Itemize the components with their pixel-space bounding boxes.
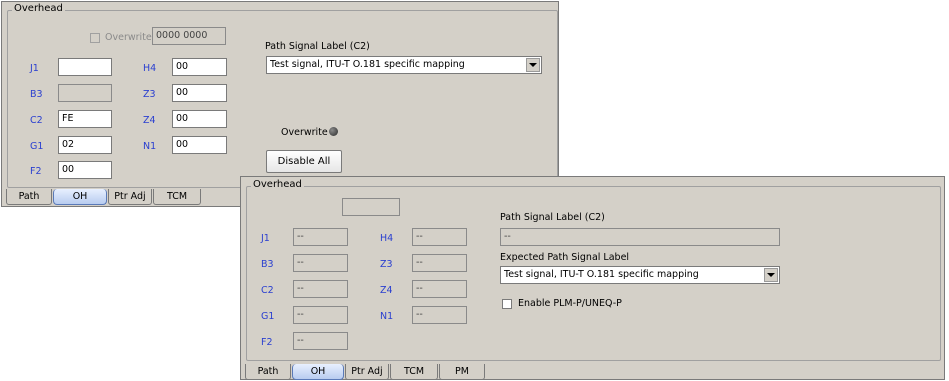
tab-path[interactable]: Path: [245, 364, 291, 380]
g1-field[interactable]: --: [293, 306, 348, 324]
h4-field[interactable]: --: [412, 228, 467, 246]
g1-label: G1: [261, 311, 275, 322]
path-signal-label-title: Path Signal Label (C2): [265, 41, 370, 52]
n1-label: N1: [143, 141, 157, 152]
j1-field[interactable]: --: [293, 228, 348, 246]
z4-label: Z4: [143, 115, 156, 126]
c2-field[interactable]: --: [293, 280, 348, 298]
f2-field[interactable]: --: [293, 332, 348, 350]
group-title: Overhead: [251, 179, 304, 190]
n1-field[interactable]: --: [412, 306, 467, 324]
overwrite-value-field[interactable]: 0000 0000: [152, 27, 226, 45]
z3-label: Z3: [380, 259, 393, 270]
expected-label-select[interactable]: Test signal, ITU-T O.181 specific mappin…: [500, 266, 780, 284]
g1-field[interactable]: 02: [58, 136, 112, 154]
overwrite-led-label: Overwrite: [281, 127, 328, 138]
z4-field[interactable]: 00: [172, 110, 227, 128]
tab-oh[interactable]: OH: [292, 364, 344, 380]
overhead-panel-readonly: Overhead J1 -- B3 -- C2 -- G1 -- F2 -- H…: [240, 176, 945, 380]
tab-bar: Path OH Ptr Adj TCM: [6, 189, 202, 205]
c2-label: C2: [261, 285, 274, 296]
enable-plm-label: Enable PLM-P/UNEQ-P: [518, 298, 622, 309]
led-indicator-icon: [329, 127, 338, 136]
overhead-group: Overhead J1 -- B3 -- C2 -- G1 -- F2 -- H…: [246, 179, 941, 361]
path-signal-label-value: Test signal, ITU-T O.181 specific mappin…: [270, 59, 465, 70]
f2-label: F2: [30, 166, 42, 177]
z3-field[interactable]: --: [412, 254, 467, 272]
tab-bar: Path OH Ptr Adj TCM PM: [245, 364, 486, 380]
tab-path[interactable]: Path: [6, 189, 52, 205]
b3-field[interactable]: [58, 84, 112, 102]
z3-label: Z3: [143, 89, 156, 100]
group-title: Overhead: [12, 3, 65, 14]
z4-field[interactable]: --: [412, 280, 467, 298]
j1-label: J1: [30, 63, 39, 74]
c2-field[interactable]: FE: [58, 110, 112, 128]
path-signal-label-field[interactable]: --: [500, 228, 780, 246]
n1-field[interactable]: 00: [172, 136, 227, 154]
b3-field[interactable]: --: [293, 254, 348, 272]
dropdown-arrow-icon[interactable]: [526, 58, 540, 72]
expected-label-title: Expected Path Signal Label: [500, 252, 630, 263]
enable-plm-checkbox[interactable]: [502, 299, 512, 309]
path-signal-label-select[interactable]: Test signal, ITU-T O.181 specific mappin…: [266, 56, 542, 74]
path-signal-label-title: Path Signal Label (C2): [500, 212, 605, 223]
h4-label: H4: [143, 63, 157, 74]
expected-label-value: Test signal, ITU-T O.181 specific mappin…: [504, 269, 699, 280]
j1-field[interactable]: [58, 58, 112, 76]
h4-field[interactable]: 00: [172, 58, 227, 76]
f2-field[interactable]: 00: [58, 161, 112, 179]
b3-label: B3: [261, 259, 274, 270]
n1-label: N1: [380, 311, 394, 322]
tab-ptr-adj[interactable]: Ptr Adj: [108, 189, 152, 205]
tab-pm[interactable]: PM: [439, 364, 485, 380]
overwrite-label: Overwrite: [105, 32, 152, 43]
tab-tcm[interactable]: TCM: [153, 189, 201, 205]
tab-tcm[interactable]: TCM: [390, 364, 438, 380]
top-field[interactable]: [342, 198, 400, 216]
z3-field[interactable]: 00: [172, 84, 227, 102]
z4-label: Z4: [380, 285, 393, 296]
b3-label: B3: [30, 89, 43, 100]
dropdown-arrow-icon[interactable]: [764, 268, 778, 282]
c2-label: C2: [30, 115, 43, 126]
j1-label: J1: [261, 233, 270, 244]
h4-label: H4: [380, 233, 394, 244]
disable-all-button[interactable]: Disable All: [266, 150, 342, 173]
overhead-group: Overhead Overwrite 0000 0000 J1 B3 C2 FE…: [7, 3, 558, 188]
f2-label: F2: [261, 337, 273, 348]
g1-label: G1: [30, 141, 44, 152]
tab-oh[interactable]: OH: [53, 189, 107, 205]
tab-ptr-adj[interactable]: Ptr Adj: [345, 364, 389, 380]
overwrite-checkbox[interactable]: [90, 33, 100, 43]
